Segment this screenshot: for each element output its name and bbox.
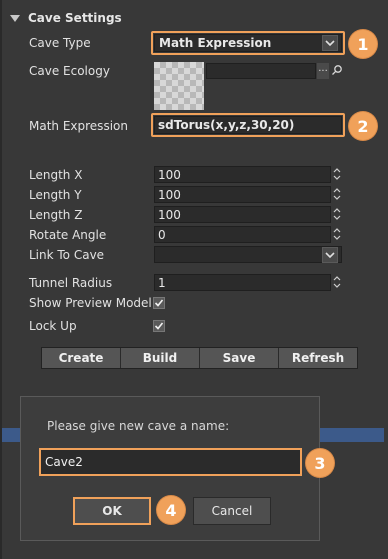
show-preview-model-label: Show Preview Model — [29, 296, 152, 310]
ecology-thumbnail[interactable] — [154, 62, 204, 110]
length-x-label: Length X — [29, 168, 83, 182]
triangle-down-icon[interactable] — [10, 14, 20, 22]
spinner-arrows-icon — [333, 228, 341, 240]
length-z-spinner[interactable] — [333, 207, 341, 221]
checkmark-icon — [154, 322, 164, 330]
link-to-cave-label: Link To Cave — [29, 248, 105, 262]
refresh-button[interactable]: Refresh — [279, 348, 357, 368]
section-title: Cave Settings — [28, 11, 122, 25]
create-button[interactable]: Create — [42, 348, 121, 368]
ok-button[interactable]: OK — [73, 497, 151, 525]
checkmark-icon — [154, 299, 164, 307]
build-button[interactable]: Build — [121, 348, 200, 368]
spinner-arrows-icon — [333, 168, 341, 180]
lock-up-checkbox[interactable] — [153, 320, 165, 332]
cave-ecology-field[interactable] — [206, 63, 316, 79]
callout-badge-1: 1 — [349, 30, 377, 58]
object-picker-icon[interactable] — [331, 64, 343, 78]
spinner-arrows-icon — [333, 208, 341, 220]
length-x-spinner[interactable] — [333, 167, 341, 181]
length-y-label: Length Y — [29, 188, 82, 202]
callout-badge-3: 3 — [306, 449, 334, 477]
spinner-arrows-icon — [333, 276, 341, 288]
highlight-math-expression — [151, 113, 345, 137]
dialog-prompt: Please give new cave a name: — [47, 419, 230, 433]
panel-border — [0, 0, 2, 559]
action-button-bar: Create Build Save Refresh — [41, 347, 358, 369]
rotate-angle-input[interactable]: 0 — [154, 226, 331, 243]
length-y-spinner[interactable] — [333, 187, 341, 201]
tunnel-radius-label: Tunnel Radius — [29, 276, 113, 290]
chevron-down-icon — [322, 246, 338, 263]
tunnel-radius-input[interactable]: 1 — [154, 274, 331, 291]
length-z-input[interactable]: 100 — [154, 206, 331, 223]
callout-badge-2: 2 — [349, 112, 377, 140]
length-z-label: Length Z — [29, 208, 83, 222]
link-to-cave-dropdown[interactable] — [154, 246, 342, 263]
rotate-angle-spinner[interactable] — [333, 227, 341, 241]
show-preview-model-checkbox[interactable] — [153, 297, 165, 309]
ecology-browse-button[interactable]: ··· — [317, 63, 329, 79]
length-y-input[interactable]: 100 — [154, 186, 331, 203]
math-expression-label: Math Expression — [29, 119, 128, 133]
lock-up-label: Lock Up — [29, 319, 77, 333]
rotate-angle-label: Rotate Angle — [29, 228, 107, 242]
spinner-arrows-icon — [333, 188, 341, 200]
cave-name-input[interactable]: Cave2 — [39, 448, 302, 476]
cave-type-label: Cave Type — [29, 36, 91, 50]
length-x-input[interactable]: 100 — [154, 166, 331, 183]
cave-ecology-label: Cave Ecology — [29, 64, 110, 78]
cave-settings-header[interactable]: Cave Settings — [2, 8, 386, 28]
inspector-panel: Cave Settings Cave Type Math Expression … — [0, 0, 388, 559]
highlight-cave-type — [151, 31, 345, 55]
cancel-button[interactable]: Cancel — [193, 497, 271, 525]
tunnel-radius-spinner[interactable] — [333, 275, 341, 289]
callout-badge-4: 4 — [157, 496, 185, 524]
save-button[interactable]: Save — [200, 348, 279, 368]
